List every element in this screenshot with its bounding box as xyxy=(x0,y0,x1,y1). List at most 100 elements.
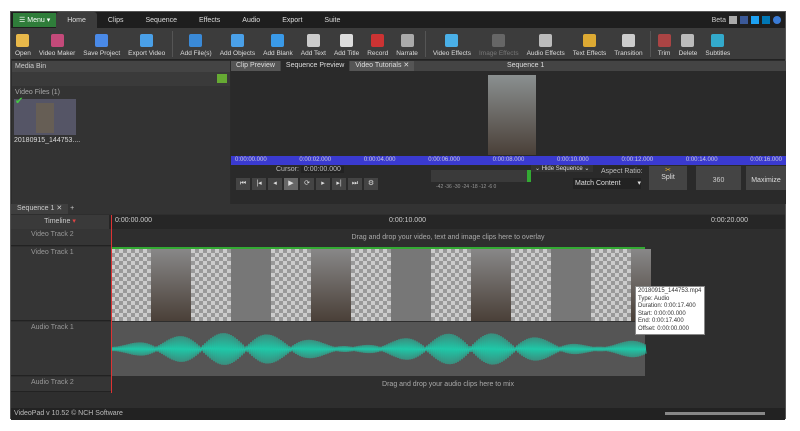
delete-label: Delete xyxy=(678,50,698,57)
media-file-name: 20180915_144753.... xyxy=(14,137,81,144)
media-thumbnail[interactable]: ✔ xyxy=(14,96,76,135)
like-icon[interactable] xyxy=(729,16,737,24)
add-folder-icon[interactable] xyxy=(217,74,227,83)
save-project-icon xyxy=(95,34,109,47)
track-label: Video Track 1 xyxy=(11,247,111,321)
360-button[interactable]: 360 xyxy=(696,166,741,190)
menu-button[interactable]: ☰ Menu ▾ xyxy=(13,13,57,27)
toolbar: Open Video Maker Save Project Export Video A… xyxy=(11,28,785,60)
tooltip-line: 20180915_144753.mp4 xyxy=(638,288,702,294)
audio-clip[interactable] xyxy=(110,322,647,376)
tab-sequence[interactable]: Sequence xyxy=(134,12,188,28)
narrate-icon xyxy=(400,34,414,47)
hamburger-icon: ☰ xyxy=(19,17,28,24)
prev-frame-icon: |◂ xyxy=(256,180,262,187)
cursor-field[interactable]: 0:00:00.000 xyxy=(300,166,344,173)
loop-button[interactable]: ⟳ xyxy=(300,178,314,190)
next-clip-button[interactable]: ▸| xyxy=(332,178,346,190)
video-effects-button[interactable]: Video Effects xyxy=(429,34,475,57)
rewind-icon: ◂ xyxy=(273,180,277,187)
aspect-select[interactable]: Match Content ▾ xyxy=(573,178,641,189)
divider xyxy=(424,31,426,57)
tab-sequence-preview[interactable]: Sequence Preview xyxy=(280,61,350,71)
skip-end-button[interactable]: ⏭ xyxy=(348,178,362,190)
add-sequence-icon[interactable]: + xyxy=(70,205,74,212)
record-button[interactable]: Record xyxy=(363,34,392,57)
video-frame-thumb xyxy=(471,249,511,321)
tab-export[interactable]: Export xyxy=(271,12,313,28)
add-title-label: Add Title xyxy=(333,50,360,57)
export-video-button[interactable]: Export Video xyxy=(124,34,169,57)
add-text-button[interactable]: Add Text xyxy=(297,34,330,57)
trim-button[interactable]: Trim xyxy=(654,34,675,57)
preview-ruler[interactable]: 0:00:00.000 0:00:02.000 0:00:04.000 0:00:06… xyxy=(231,156,786,165)
text-effects-label: Text Effects xyxy=(572,50,607,57)
skip-start-button[interactable]: ⏮ xyxy=(236,178,250,190)
cursor-label: Cursor: xyxy=(276,166,299,173)
add-objects-button[interactable]: Add Objects xyxy=(216,34,259,57)
add-title-button[interactable]: Add Title xyxy=(330,34,363,57)
next-frame-button[interactable]: ▸ xyxy=(316,178,330,190)
tab-suite[interactable]: Suite xyxy=(313,12,351,28)
video-clip[interactable] xyxy=(111,247,651,321)
save-project-button[interactable]: Save Project xyxy=(79,34,124,57)
tab-home[interactable]: Home xyxy=(56,12,97,28)
maximize-button[interactable]: Maximize xyxy=(746,166,786,190)
video-frame-thumb xyxy=(311,249,351,321)
tab-video-tutorials[interactable]: Video Tutorials ✕ xyxy=(350,61,415,71)
subtitles-button[interactable]: Subtitles xyxy=(701,34,734,57)
video-maker-icon xyxy=(50,34,64,47)
audio-track-2[interactable]: Audio Track 2 Drag and drop your audio cl… xyxy=(11,377,785,392)
ruler-tick: 0:00:04.000 xyxy=(363,157,396,163)
add-file-s-button[interactable]: Add File(s) xyxy=(176,34,215,57)
settings-button[interactable]: ⚙ xyxy=(364,178,378,190)
audio-waveform xyxy=(110,333,647,365)
menu-label: Menu xyxy=(27,16,45,24)
status-text: VideoPad v 10.52 © NCH Software xyxy=(14,410,123,417)
play-button[interactable]: ▶ xyxy=(284,178,298,190)
twitter-icon[interactable] xyxy=(751,16,759,24)
audio-effects-button[interactable]: Audio Effects xyxy=(523,34,569,57)
help-icon[interactable] xyxy=(773,16,781,24)
text-effects-button[interactable]: Text Effects xyxy=(569,34,610,57)
tab-sequence-1[interactable]: Sequence 1 ✕ xyxy=(11,204,69,214)
split-button[interactable]: ✂ Split xyxy=(649,166,687,190)
playhead[interactable] xyxy=(111,215,112,393)
rewind-button[interactable]: ◂ xyxy=(268,178,282,190)
ribbon-tabs: ☰ Menu ▾ Home Clips Sequence Effects Audio Ex… xyxy=(11,12,785,28)
video-maker-button[interactable]: Video Maker xyxy=(35,34,79,57)
divider xyxy=(172,31,174,57)
video-effects-label: Video Effects xyxy=(432,50,471,57)
add-file-s-label: Add File(s) xyxy=(180,50,212,57)
drop-zone-video[interactable]: Drag and drop your video, text and image… xyxy=(111,229,785,246)
subtitles-label: Subtitles xyxy=(705,50,731,57)
image-effects-label: Image Effects xyxy=(478,50,519,57)
ruler-tick: 0:00:10.000 xyxy=(557,157,589,163)
add-blank-button[interactable]: Add Blank xyxy=(259,34,297,57)
narrate-button[interactable]: Narrate xyxy=(392,34,422,57)
transition-button[interactable]: Transition xyxy=(610,34,646,57)
drop-zone-audio[interactable]: Drag and drop your audio clips here to m… xyxy=(111,377,785,392)
facebook-icon[interactable] xyxy=(740,16,748,24)
track-label: Audio Track 2 xyxy=(11,377,111,392)
timeline-header[interactable]: Timeline ▾ xyxy=(11,215,109,229)
tab-audio[interactable]: Audio xyxy=(231,12,271,28)
add-blank-label: Add Blank xyxy=(263,50,293,57)
open-button[interactable]: Open xyxy=(11,34,35,57)
add-file-s-icon xyxy=(189,34,203,47)
export-video-label: Export Video xyxy=(128,50,166,57)
add-text-icon xyxy=(306,34,320,47)
delete-button[interactable]: Delete xyxy=(675,34,702,57)
tab-clips[interactable]: Clips xyxy=(97,12,135,28)
tab-clip-preview[interactable]: Clip Preview xyxy=(231,61,280,71)
video-track-2[interactable]: Video Track 2 Drag and drop your video, t… xyxy=(11,229,785,246)
linkedin-icon[interactable] xyxy=(762,16,770,24)
tab-effects[interactable]: Effects xyxy=(188,12,231,28)
prev-frame-button[interactable]: |◂ xyxy=(252,178,266,190)
zoom-slider[interactable] xyxy=(665,412,765,415)
app-window: ☰ Menu ▾ Home Clips Sequence Effects Audio Ex… xyxy=(10,11,786,420)
skip-start-icon: ⏮ xyxy=(239,180,247,187)
save-project-label: Save Project xyxy=(83,50,121,57)
gray-frame xyxy=(231,249,271,321)
image-effects-button[interactable]: Image Effects xyxy=(475,34,523,57)
